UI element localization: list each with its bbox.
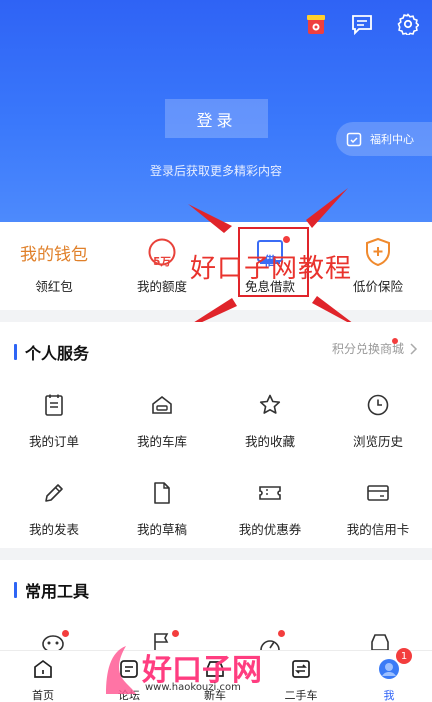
notification-badge: 1 <box>396 648 412 664</box>
tool-dot <box>62 630 69 637</box>
service-my-coupons[interactable]: 我的优惠券 <box>216 479 324 538</box>
service-browse-history[interactable]: 浏览历史 <box>324 391 432 450</box>
watermark-overlay: 好口子网教程 <box>190 254 353 284</box>
tab-used-car[interactable]: 二手车 <box>258 657 344 702</box>
home-icon <box>34 659 52 678</box>
tab-home[interactable]: 首页 <box>0 657 86 702</box>
watermark-logo-url: www.haokouzi.com <box>145 682 241 693</box>
section-header: 个人服务 <box>14 340 89 364</box>
personal-services-card: 个人服务 积分兑换商城 我的订单 我的车库 我的收藏 浏览历史 我的发表 我的草… <box>0 322 432 548</box>
service-label: 浏览历史 <box>352 434 403 449</box>
clock-icon <box>367 394 389 416</box>
common-tools-card: 常用工具 <box>0 560 432 653</box>
service-my-drafts[interactable]: 我的草稿 <box>108 479 216 538</box>
service-label: 我的信用卡 <box>346 522 410 537</box>
service-label: 我的草稿 <box>136 522 187 537</box>
tool-dot <box>172 630 179 637</box>
service-my-garage[interactable]: 我的车库 <box>108 391 216 450</box>
points-mall-link[interactable]: 积分兑换商城 <box>332 340 418 357</box>
tool-dot <box>278 630 285 637</box>
service-label: 我的发表 <box>28 522 79 537</box>
coupon-icon <box>259 486 281 500</box>
credit-card-icon <box>367 485 389 501</box>
pencil-icon <box>45 484 63 502</box>
service-my-orders[interactable]: 我的订单 <box>0 391 108 450</box>
clipboard-icon <box>45 394 63 416</box>
section-title: 常用工具 <box>25 582 90 601</box>
service-label: 我的收藏 <box>244 434 295 449</box>
used-car-icon <box>292 660 310 678</box>
service-label: 我的优惠券 <box>238 522 302 537</box>
section-accent-bar <box>14 582 17 598</box>
service-label: 我的订单 <box>28 434 79 449</box>
section-accent-bar <box>14 344 17 360</box>
garage-icon <box>152 395 172 414</box>
section-header: 常用工具 <box>14 578 89 602</box>
tab-me[interactable]: 我 <box>346 657 432 702</box>
tab-label: 二手车 <box>284 689 318 702</box>
tab-label: 首页 <box>32 689 54 702</box>
watermark-logo-icon <box>106 646 136 694</box>
points-mall-dot <box>392 338 398 344</box>
document-icon <box>154 482 170 504</box>
tab-label: 我 <box>383 689 395 702</box>
section-title: 个人服务 <box>25 344 90 363</box>
service-my-credit-card[interactable]: 我的信用卡 <box>324 479 432 538</box>
service-my-favorites[interactable]: 我的收藏 <box>216 391 324 450</box>
star-icon <box>259 394 281 414</box>
service-label: 我的车库 <box>136 434 187 449</box>
service-my-posts[interactable]: 我的发表 <box>0 479 108 538</box>
chevron-right-icon <box>410 342 418 355</box>
